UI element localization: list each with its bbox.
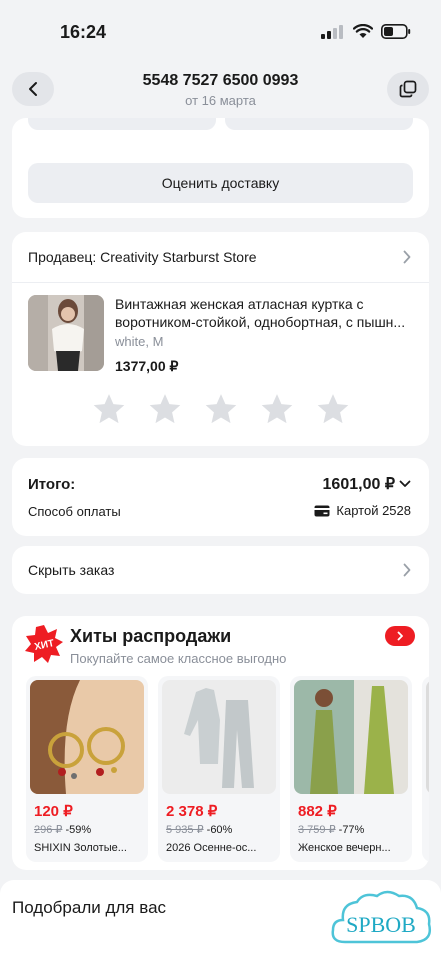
chevron-right-icon — [397, 631, 403, 641]
product-thumbnail[interactable] — [28, 295, 104, 371]
delivery-option-button[interactable] — [28, 118, 216, 130]
hit-badge-icon: ХИТ — [25, 625, 63, 663]
product-card[interactable]: 120 ₽ 296 ₽ -59% SHIXIN Золотые... — [26, 676, 148, 862]
order-number: 5548 7527 6500 0993 — [142, 72, 299, 89]
product-old-price: 3 759 ₽ -77% — [298, 824, 365, 836]
delivery-option-button[interactable] — [225, 118, 413, 130]
cellular-signal-icon — [321, 24, 343, 39]
order-header: 5548 7527 6500 0993 от 16 марта — [0, 62, 441, 118]
payment-method-value: Картой 2528 — [314, 503, 411, 518]
spbob-watermark-logo: SPBOB — [331, 890, 431, 944]
star-icon[interactable] — [92, 392, 126, 426]
sale-hits-title: Хиты распродажи — [70, 626, 232, 646]
sale-hits-subtitle: Покупайте самое классное выгодно — [70, 651, 287, 666]
chevron-down-icon — [399, 480, 411, 487]
chevron-right-icon — [403, 563, 411, 577]
card-icon — [314, 505, 330, 516]
hide-order-label: Скрыть заказ — [28, 562, 115, 578]
status-bar: 16:24 — [0, 0, 441, 62]
seller-link[interactable]: Продавец: Creativity Starburst Store — [28, 249, 257, 265]
watermark-text: SPBOB — [346, 912, 416, 937]
status-icons — [321, 24, 411, 39]
copy-icon — [399, 80, 417, 98]
divider — [12, 282, 429, 283]
product-card[interactable]: 2 5 Бр — [422, 676, 429, 862]
sale-hits-more-button[interactable] — [385, 626, 415, 646]
product-price: 2 378 ₽ — [166, 803, 218, 820]
hide-order-row[interactable]: Скрыть заказ — [12, 546, 429, 594]
product-variant: white, M — [115, 334, 164, 349]
product-image — [30, 680, 144, 794]
product-name: SHIXIN Золотые... — [34, 842, 127, 854]
payment-method-label: Способ оплаты — [28, 504, 121, 519]
product-card[interactable]: 2 378 ₽ 5 935 ₽ -60% 2026 Осенне-ос... — [158, 676, 280, 862]
star-icon[interactable] — [204, 392, 238, 426]
payment-card-text: Картой 2528 — [336, 503, 411, 518]
rate-delivery-button[interactable]: Оценить доставку — [28, 163, 413, 203]
battery-icon — [381, 24, 411, 39]
product-title[interactable]: Винтажная женская атласная куртка с воро… — [115, 295, 415, 331]
product-price: 120 ₽ — [34, 803, 73, 820]
product-old-price: 296 ₽ -59% — [34, 824, 92, 836]
product-price: 882 ₽ — [298, 803, 337, 820]
product-old-price: 5 935 ₽ -60% — [166, 824, 233, 836]
product-price: 1377,00 ₽ — [115, 358, 179, 374]
total-value[interactable]: 1601,00 ₽ — [323, 474, 411, 494]
total-amount: 1601,00 ₽ — [322, 476, 395, 493]
sale-products-carousel[interactable]: 120 ₽ 296 ₽ -59% SHIXIN Золотые... 2 378… — [22, 676, 429, 866]
star-icon[interactable] — [148, 392, 182, 426]
product-image — [294, 680, 408, 794]
product-image — [162, 680, 276, 794]
seller-card: Продавец: Creativity Starburst Store Вин… — [12, 232, 429, 446]
recommendations-title: Подобрали для вас — [12, 898, 167, 917]
summary-card: Итого: 1601,00 ₽ Способ оплаты Картой 25… — [12, 458, 429, 536]
star-icon[interactable] — [260, 392, 294, 426]
order-date: от 16 марта — [185, 93, 256, 108]
delivery-card: Оценить доставку — [12, 118, 429, 218]
product-name: 2026 Осенне-ос... — [166, 842, 257, 854]
product-card[interactable]: 882 ₽ 3 759 ₽ -77% Женское вечерн... — [290, 676, 412, 862]
chevron-right-icon[interactable] — [403, 250, 411, 264]
total-label: Итого: — [28, 476, 76, 493]
sale-hits-section: ХИТ Хиты распродажи Покупайте самое клас… — [12, 616, 429, 870]
star-icon[interactable] — [316, 392, 350, 426]
status-time: 16:24 — [60, 22, 107, 42]
copy-button[interactable] — [387, 72, 429, 106]
product-name: Женское вечерн... — [298, 842, 391, 854]
wifi-icon — [353, 24, 373, 38]
rating-stars — [92, 392, 350, 426]
product-image — [426, 680, 429, 794]
